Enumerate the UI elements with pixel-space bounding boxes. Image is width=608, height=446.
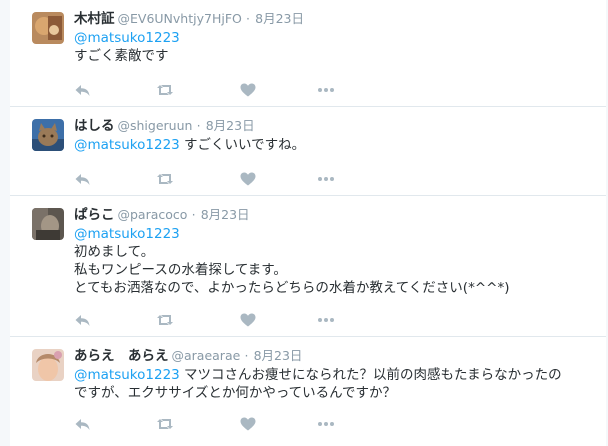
tweet-text-line: すごく素敵です bbox=[74, 48, 169, 64]
tweet-text-line: マツコさんお痩せになられた？以前の肉感もたまらなかったの bbox=[179, 367, 562, 383]
avatar[interactable] bbox=[32, 208, 64, 240]
tweet-actions bbox=[74, 82, 354, 98]
avatar[interactable] bbox=[32, 12, 64, 44]
tweet-timestamp[interactable]: 8月23日 bbox=[255, 11, 304, 26]
avatar[interactable] bbox=[32, 119, 64, 151]
separator-dot: · bbox=[196, 118, 201, 133]
tweet-actions bbox=[74, 312, 354, 328]
retweet-icon[interactable] bbox=[156, 416, 174, 432]
separator-dot: · bbox=[246, 11, 250, 26]
tweet-text-line: ですが、エクササイズとか何かやっているんですか？ bbox=[74, 385, 396, 401]
tweet-text-line: すごくいいですね。 bbox=[179, 137, 306, 153]
tweet-text-line: 私もワンピースの水着探してます。 bbox=[74, 262, 287, 278]
tweet-header: 木村証 @EV6UNvhtjy7HjFO · 8月23日 bbox=[74, 10, 304, 29]
tweet[interactable]: ぱらこ @paracoco · 8月23日 @matsuko1223 初めまして。… bbox=[10, 196, 606, 337]
retweet-icon[interactable] bbox=[156, 312, 174, 328]
tweet-text: @matsuko1223 すごくいいですね。 bbox=[74, 136, 592, 154]
tweet[interactable]: はしる @shigeruun · 8月23日 @matsuko1223 すごくいい… bbox=[10, 107, 606, 196]
user-fullname[interactable]: ぱらこ bbox=[74, 207, 115, 223]
reply-icon[interactable] bbox=[74, 416, 92, 432]
tweet-text: @matsuko1223 すごく素敵です bbox=[74, 29, 592, 65]
user-fullname[interactable]: はしる bbox=[74, 118, 115, 134]
reply-icon[interactable] bbox=[74, 312, 92, 328]
timeline: 木村証 @EV6UNvhtjy7HjFO · 8月23日 @matsuko1223… bbox=[0, 0, 608, 446]
tweet-text: @matsuko1223 初めまして。 私もワンピースの水着探してます。 とても… bbox=[74, 225, 592, 297]
tweet-text: @matsuko1223 マツコさんお痩せになられた？以前の肉感もたまらなかった… bbox=[74, 366, 592, 402]
tweet-actions bbox=[74, 171, 354, 187]
tweet-header: ぱらこ @paracoco · 8月23日 bbox=[74, 206, 250, 225]
mention-link[interactable]: @matsuko1223 bbox=[74, 137, 180, 153]
retweet-icon[interactable] bbox=[156, 82, 174, 98]
mention-link[interactable]: @matsuko1223 bbox=[74, 226, 180, 242]
user-fullname[interactable]: 木村証 bbox=[74, 11, 115, 27]
tweet-header: あらえ あらえ @araearae · 8月23日 bbox=[74, 347, 302, 366]
avatar[interactable] bbox=[32, 349, 64, 381]
tweet-timestamp[interactable]: 8月23日 bbox=[254, 348, 303, 363]
tweet[interactable]: 木村証 @EV6UNvhtjy7HjFO · 8月23日 @matsuko1223… bbox=[10, 0, 606, 107]
tweet-header: はしる @shigeruun · 8月23日 bbox=[74, 117, 255, 136]
user-screen-name[interactable]: @EV6UNvhtjy7HjFO bbox=[118, 11, 242, 26]
heart-icon[interactable] bbox=[239, 171, 257, 187]
user-fullname[interactable]: あらえ あらえ bbox=[74, 348, 169, 364]
separator-dot: · bbox=[191, 207, 196, 222]
heart-icon[interactable] bbox=[239, 312, 257, 328]
retweet-icon[interactable] bbox=[156, 171, 174, 187]
tweet-text-line: とてもお洒落なので、よかったらどちらの水着か教えてください(*^^*) bbox=[74, 280, 510, 296]
more-icon[interactable] bbox=[317, 312, 335, 328]
heart-icon[interactable] bbox=[239, 416, 257, 432]
user-screen-name[interactable]: @paracoco bbox=[118, 207, 188, 222]
user-screen-name[interactable]: @shigeruun bbox=[118, 118, 193, 133]
heart-icon[interactable] bbox=[239, 82, 257, 98]
more-icon[interactable] bbox=[317, 416, 335, 432]
tweet-timestamp[interactable]: 8月23日 bbox=[206, 118, 255, 133]
user-screen-name[interactable]: @araearae bbox=[172, 348, 241, 363]
separator-dot: · bbox=[244, 348, 249, 363]
tweet-timestamp[interactable]: 8月23日 bbox=[201, 207, 250, 222]
mention-link[interactable]: @matsuko1223 bbox=[74, 367, 180, 383]
tweet[interactable]: あらえ あらえ @araearae · 8月23日 @matsuko1223 マツ… bbox=[10, 337, 606, 446]
reply-icon[interactable] bbox=[74, 82, 92, 98]
tweet-actions bbox=[74, 416, 354, 432]
tweet-text-line: 初めまして。 bbox=[74, 244, 155, 260]
more-icon[interactable] bbox=[317, 82, 335, 98]
reply-icon[interactable] bbox=[74, 171, 92, 187]
more-icon[interactable] bbox=[317, 171, 335, 187]
mention-link[interactable]: @matsuko1223 bbox=[74, 30, 180, 46]
